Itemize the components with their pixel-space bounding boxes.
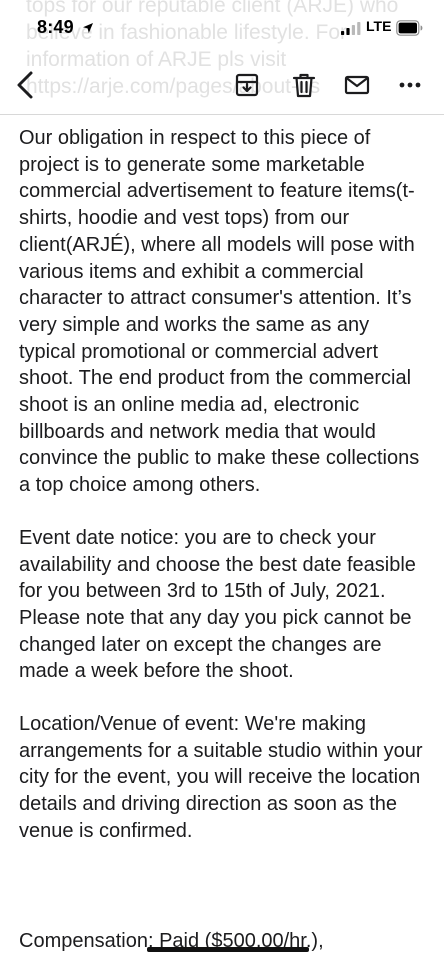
paragraph-event-date: Event date notice: you are to check your… — [19, 526, 416, 683]
header: tops for our reputable client (ARJE) who… — [0, 0, 444, 115]
status-bar: 8:49 LTE — [0, 0, 444, 54]
trash-icon[interactable] — [291, 72, 317, 98]
archive-icon[interactable] — [234, 72, 260, 98]
redaction-strike — [147, 947, 309, 952]
toolbar — [0, 60, 444, 112]
paragraph-project: Our obligation in respect to this piece … — [19, 127, 420, 497]
chevron-left-icon[interactable] — [12, 70, 38, 100]
signal-icon — [341, 22, 361, 35]
paragraph-location: Location/Venue of event: We're making ar… — [19, 713, 423, 842]
status-time: 8:49 — [37, 17, 74, 37]
more-horizontal-icon[interactable] — [397, 72, 423, 98]
location-arrow-icon — [83, 23, 93, 33]
network-type: LTE — [366, 18, 392, 34]
email-body: Our obligation in respect to this piece … — [19, 125, 429, 871]
envelope-icon[interactable] — [344, 72, 370, 98]
battery-icon — [396, 20, 423, 36]
